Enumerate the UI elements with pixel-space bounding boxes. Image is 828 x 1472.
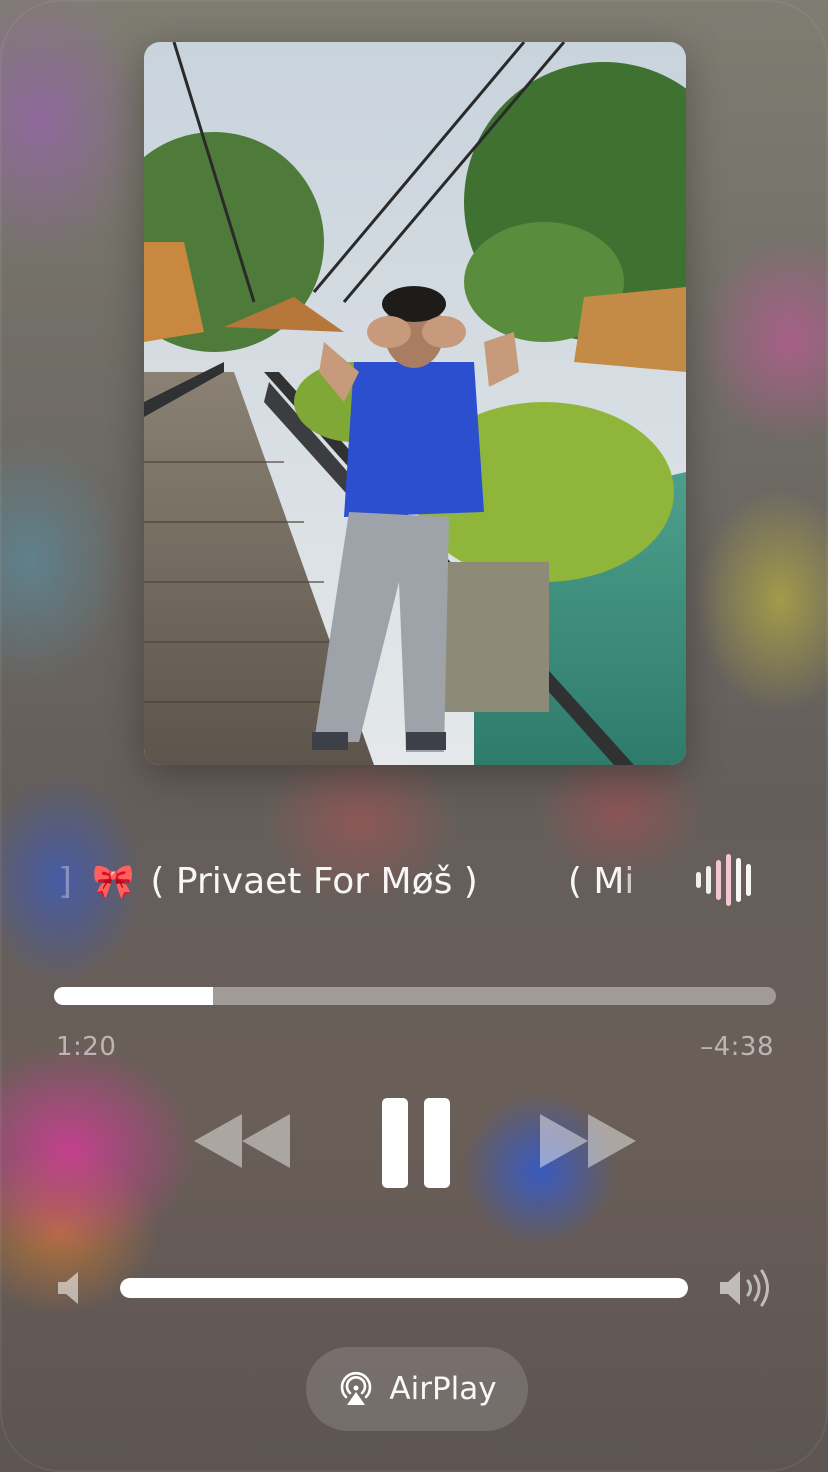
track-title-marquee[interactable]: ] 🎀 ( Privaet For Møš ) ( Mi (58, 850, 658, 914)
speaker-low-icon (58, 1272, 78, 1304)
track-title-repeat: ( Mi (567, 861, 635, 902)
volume-slider[interactable] (120, 1278, 688, 1298)
album-artwork[interactable] (144, 42, 686, 765)
track-title: ( Privaet For Møš ) (150, 861, 478, 902)
rewind-icon[interactable] (192, 1110, 292, 1172)
remaining-time: –4:38 (700, 1032, 774, 1062)
playback-scrubber[interactable] (54, 987, 776, 1005)
waveform-icon[interactable] (694, 852, 754, 908)
playback-progress-fill (54, 987, 213, 1005)
airplay-button[interactable]: AirPlay (306, 1347, 528, 1431)
speaker-high-icon (720, 1269, 769, 1307)
pause-icon[interactable] (378, 1096, 454, 1190)
track-title-fragment: ] (58, 861, 73, 902)
now-playing-screen: ] 🎀 ( Privaet For Møš ) ( Mi 1:20 –4:38 Ai… (0, 0, 828, 1472)
volume-level-fill (120, 1278, 688, 1298)
bow-emoji: 🎀 (92, 862, 135, 902)
airplay-icon (341, 1371, 372, 1405)
elapsed-time: 1:20 (56, 1032, 117, 1062)
airplay-label: AirPlay (389, 1371, 497, 1407)
fast-forward-icon[interactable] (538, 1110, 638, 1172)
